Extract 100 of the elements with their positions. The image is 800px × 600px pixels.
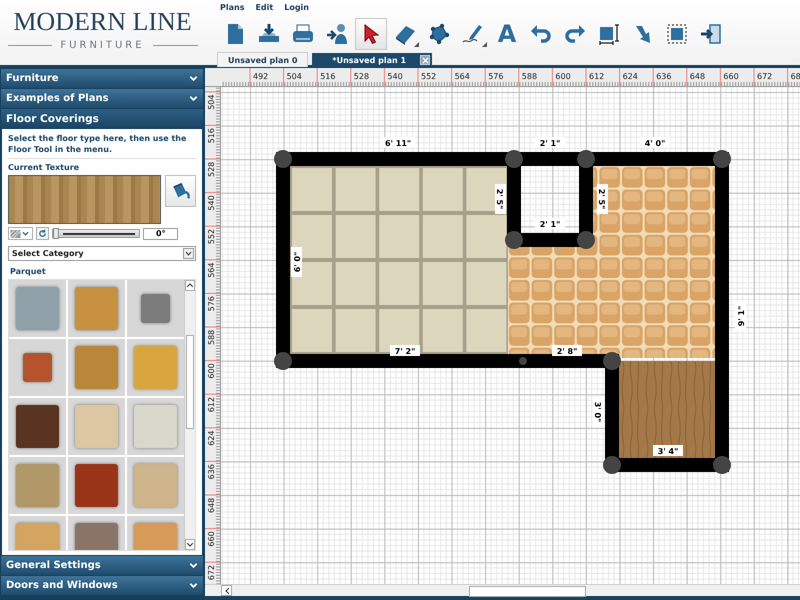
- section-header[interactable]: Examples of Plans: [1, 89, 203, 108]
- ruler-label: 68: [790, 72, 800, 81]
- slider-thumb[interactable]: [53, 228, 59, 240]
- ruler-label: 672: [207, 564, 216, 580]
- scrollbar-thumb[interactable]: [186, 334, 194, 429]
- dimension-label: 2' 5": [597, 184, 608, 214]
- texture-swatch[interactable]: [75, 286, 118, 330]
- ruler-label: 588: [522, 72, 538, 81]
- dimension-label: 2' 5": [495, 184, 506, 214]
- wall-joint[interactable]: [603, 352, 621, 370]
- wall-joint[interactable]: [577, 150, 595, 168]
- rotate-button[interactable]: [36, 227, 49, 240]
- caret-icon: [224, 588, 228, 594]
- ruler-label: 636: [656, 72, 672, 81]
- plan-tab[interactable]: Unsaved plan 0: [217, 52, 308, 67]
- ruler-label: 588: [207, 330, 216, 345]
- texture-swatch[interactable]: [134, 346, 177, 389]
- ruler-label: 540: [387, 72, 403, 81]
- ruler-label: 552: [421, 72, 436, 81]
- ruler-label: 624: [207, 430, 216, 446]
- ruler-label: 528: [354, 72, 370, 81]
- dimension-label: 2' 1": [535, 137, 565, 148]
- texture-swatch[interactable]: [134, 464, 177, 507]
- pattern-dropdown[interactable]: [8, 227, 33, 240]
- section-header[interactable]: General Settings: [1, 556, 203, 575]
- paint-bucket-button[interactable]: [165, 175, 196, 207]
- wall-joint[interactable]: [713, 456, 731, 474]
- caret-icon: [187, 283, 193, 288]
- dimension-label: 2' 1": [535, 218, 565, 229]
- ruler-label: 552: [207, 228, 216, 244]
- wall-joint[interactable]: [274, 352, 292, 370]
- ruler-label: 516: [320, 72, 336, 81]
- wall-joint[interactable]: [713, 150, 731, 168]
- caret-icon: [22, 230, 29, 237]
- menu-item[interactable]: Plans: [220, 3, 244, 17]
- category-label: Parquet: [10, 266, 47, 276]
- ruler-label: 504: [286, 72, 302, 81]
- ruler-label: 624: [622, 72, 638, 81]
- scrollbar[interactable]: [205, 584, 800, 596]
- scroll-up-button[interactable]: [185, 280, 195, 291]
- texture-swatch[interactable]: [141, 294, 170, 323]
- help-text: Select the floor type here, then use the Floor Tool in the menu.: [8, 133, 196, 159]
- section-header[interactable]: Floor Coverings: [1, 109, 203, 128]
- scroll-left-button[interactable]: [221, 585, 232, 596]
- wall-joint[interactable]: [577, 231, 595, 249]
- close-tab-button[interactable]: [420, 55, 430, 65]
- ruler-label: 576: [207, 296, 216, 312]
- texture-swatch[interactable]: [16, 286, 59, 330]
- rotation-value-field[interactable]: 0°: [143, 228, 178, 240]
- dimension-label: 9' 1": [735, 301, 746, 331]
- menu-item[interactable]: Login: [284, 3, 309, 17]
- pointer-tool-button[interactable]: [355, 18, 387, 50]
- section-header[interactable]: Doors and Windows: [1, 576, 203, 595]
- chevron-icon: [189, 74, 198, 83]
- field-label: Current Texture: [8, 163, 80, 172]
- ruler-label: 564: [207, 262, 216, 278]
- wall-joint[interactable]: [505, 150, 523, 168]
- texture-swatch[interactable]: [16, 404, 59, 448]
- texture-swatch[interactable]: [23, 352, 52, 382]
- rotation-slider[interactable]: [52, 229, 140, 238]
- texture-swatch[interactable]: [134, 404, 177, 448]
- scroll-down-button[interactable]: [185, 539, 195, 550]
- ruler-label: 492: [253, 72, 268, 81]
- ruler-label: 660: [207, 531, 216, 547]
- wall-joint[interactable]: [274, 150, 292, 168]
- ruler-label: 528: [207, 162, 216, 177]
- polygon-icon: [427, 22, 451, 46]
- frame-icon: [665, 22, 689, 46]
- ruler-label: 504: [207, 94, 216, 110]
- chevron-icon: [189, 561, 198, 570]
- text-tool-button[interactable]: A: [491, 18, 523, 50]
- caret-icon: [482, 42, 487, 47]
- logo-title: MODERN LINE: [13, 7, 192, 37]
- ruler-label: 600: [555, 72, 571, 81]
- chevron-icon: [189, 94, 198, 103]
- caret-icon: [414, 42, 419, 47]
- scrollbar[interactable]: [184, 280, 195, 550]
- person-arrow-icon: [325, 22, 349, 46]
- redo-icon: [563, 22, 587, 46]
- ruler-label: 648: [207, 498, 216, 513]
- scrollbar-thumb[interactable]: [469, 586, 586, 597]
- category-select[interactable]: Select Category: [8, 246, 196, 261]
- chevron-icon: [189, 581, 198, 590]
- dimension-label: 2' 8": [552, 345, 582, 356]
- dimension-label: 3' 0": [593, 397, 604, 427]
- resize-icon: [597, 22, 621, 46]
- texture-swatch[interactable]: [75, 464, 118, 507]
- section-header[interactable]: Furniture: [1, 69, 203, 88]
- ruler-label: 672: [757, 72, 772, 81]
- texture-swatch[interactable]: [75, 346, 118, 389]
- wall-joint[interactable]: [505, 231, 523, 249]
- exit-icon: [699, 22, 723, 46]
- menu-item[interactable]: Edit: [255, 3, 274, 17]
- ruler-label: 600: [207, 363, 216, 379]
- ruler-label: 516: [207, 128, 216, 144]
- plan-tab[interactable]: *Unsaved plan 1: [312, 53, 432, 67]
- ruler-label: 540: [207, 195, 216, 211]
- texture-swatch[interactable]: [75, 404, 118, 448]
- wall-joint[interactable]: [603, 456, 621, 474]
- texture-swatch[interactable]: [16, 464, 59, 507]
